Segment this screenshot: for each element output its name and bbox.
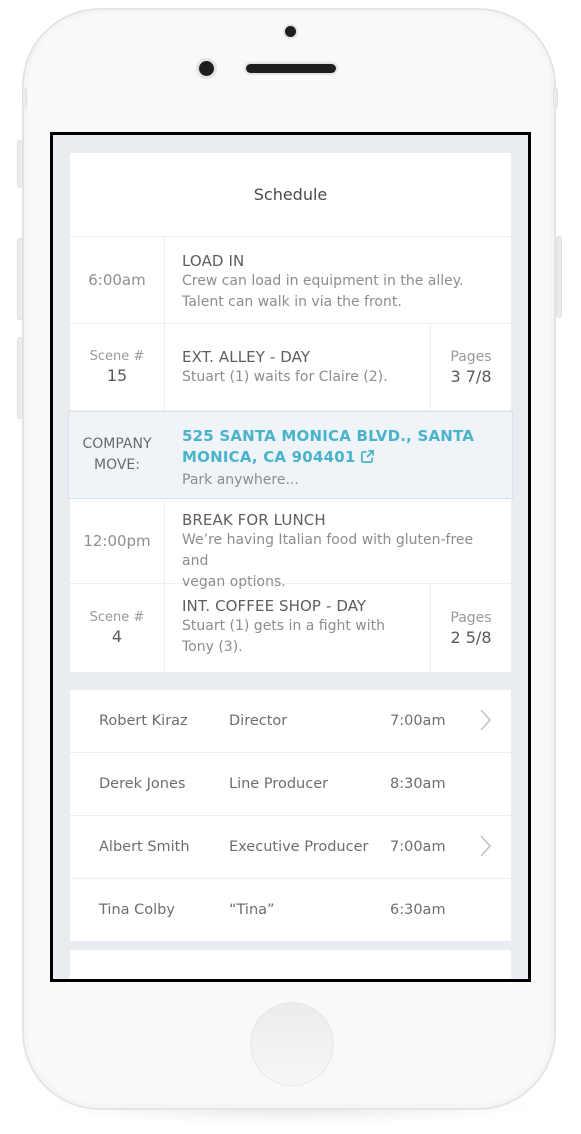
crew-call-time: 7:00am xyxy=(390,839,446,855)
schedule-header: Schedule xyxy=(70,153,511,237)
pages-value: 2 5/8 xyxy=(450,627,492,647)
scene-desc: Stuart (1) waits for Claire (2). xyxy=(182,369,388,385)
pages-value: 3 7/8 xyxy=(450,366,492,386)
side-edge-top-left xyxy=(22,88,27,108)
volume-down-button xyxy=(17,337,23,419)
crew-name: Albert Smith xyxy=(99,839,190,855)
crew-name: Tina Colby xyxy=(99,902,175,918)
company-move-label-line2: MOVE: xyxy=(94,457,140,473)
external-link-icon[interactable] xyxy=(360,449,375,470)
event-desc-line2: Talent can walk in via the front. xyxy=(182,294,402,310)
event-desc-line1: We’re having Italian food with gluten-fr… xyxy=(182,532,474,569)
time-value: 12:00pm xyxy=(83,532,151,550)
schedule-row-scene[interactable]: Scene # 4 INT. COFFEE SHOP - DAY Stuart … xyxy=(70,584,511,672)
front-camera xyxy=(199,61,214,76)
details-cell: LOAD IN Crew can load in equipment in th… xyxy=(165,237,511,323)
crew-call-time: 7:00am xyxy=(390,713,446,729)
crew-role: Director xyxy=(229,713,288,729)
details-cell: BREAK FOR LUNCH We’re having Italian foo… xyxy=(165,499,511,590)
schedule-row-scene[interactable]: Scene # 15 EXT. ALLEY - DAY Stuart (1) w… xyxy=(70,324,511,411)
home-button[interactable] xyxy=(250,1002,334,1086)
schedule-row-company-move[interactable]: COMPANY MOVE: 525 SANTA MONICA BLVD., SA… xyxy=(68,411,513,499)
scene-number: 4 xyxy=(111,627,123,646)
phone-screen: Schedule 6:00am LOAD IN Crew can load in… xyxy=(50,132,531,982)
scene-desc-line1: Stuart (1) gets in a fight with xyxy=(182,618,385,634)
address-link[interactable]: MONICA, CA 904401 xyxy=(182,447,496,470)
event-title: BREAK FOR LUNCH xyxy=(182,511,326,529)
event-title: LOAD IN xyxy=(182,252,245,270)
pages-label: Pages xyxy=(450,348,492,365)
pages-cell: Pages 2 5/8 xyxy=(430,584,511,672)
proximity-sensor xyxy=(285,26,296,37)
scene-cell: Scene # 15 xyxy=(70,324,165,410)
address-link-line1[interactable]: 525 SANTA MONICA BLVD., SANTA xyxy=(182,426,496,447)
company-move-label-line1: COMPANY xyxy=(82,436,152,452)
power-button xyxy=(556,236,562,318)
scene-desc-line2: Tony (3). xyxy=(182,639,243,655)
crew-row[interactable]: Robert Kiraz Director 7:00am xyxy=(70,690,511,753)
scene-label: Scene # xyxy=(89,610,145,625)
crew-list: Robert Kiraz Director 7:00am Derek Jones… xyxy=(70,690,511,941)
pages-cell: Pages 3 7/8 xyxy=(430,324,511,410)
crew-call-time: 8:30am xyxy=(390,776,446,792)
time-cell: 12:00pm xyxy=(70,499,165,583)
crew-role: Executive Producer xyxy=(229,839,369,855)
scene-title: INT. COFFEE SHOP - DAY xyxy=(182,597,367,615)
volume-up-button xyxy=(17,238,23,320)
page-title: Schedule xyxy=(253,185,328,204)
crew-role: Line Producer xyxy=(229,776,329,792)
details-cell: 525 SANTA MONICA BLVD., SANTA MONICA, CA… xyxy=(165,412,512,498)
pages-label: Pages xyxy=(450,609,492,626)
time-value: 6:00am xyxy=(88,271,146,289)
details-cell: INT. COFFEE SHOP - DAY Stuart (1) gets i… xyxy=(165,584,430,672)
chevron-right-icon[interactable] xyxy=(479,835,491,861)
crew-role: “Tina” xyxy=(229,902,275,918)
crew-row[interactable]: Tina Colby “Tina” 6:30am xyxy=(70,879,511,941)
details-cell: EXT. ALLEY - DAY Stuart (1) waits for Cl… xyxy=(165,324,430,410)
mute-switch xyxy=(17,140,23,188)
chevron-right-icon[interactable] xyxy=(479,709,491,735)
company-move-label: COMPANY MOVE: xyxy=(69,412,165,498)
crew-row[interactable]: Albert Smith Executive Producer 7:00am xyxy=(70,816,511,879)
scene-label: Scene # xyxy=(89,349,145,364)
schedule-row-lunch[interactable]: 12:00pm BREAK FOR LUNCH We’re having Ita… xyxy=(70,499,511,590)
company-move-note: Park anywhere... xyxy=(182,472,299,488)
side-edge-top-right xyxy=(553,88,558,108)
schedule-card: Schedule 6:00am LOAD IN Crew can load in… xyxy=(68,153,513,672)
scene-title: EXT. ALLEY - DAY xyxy=(182,348,311,366)
earpiece-speaker xyxy=(246,64,336,73)
crew-name: Robert Kiraz xyxy=(99,713,188,729)
crew-name: Derek Jones xyxy=(99,776,186,792)
schedule-row-load-in[interactable]: 6:00am LOAD IN Crew can load in equipmen… xyxy=(70,237,511,324)
time-cell: 6:00am xyxy=(70,237,165,323)
address-link-line2[interactable]: MONICA, CA 904401 xyxy=(182,448,356,466)
next-card xyxy=(70,950,511,979)
crew-row[interactable]: Derek Jones Line Producer 8:30am xyxy=(70,753,511,816)
event-desc-line1: Crew can load in equipment in the alley. xyxy=(182,273,464,289)
scene-cell: Scene # 4 xyxy=(70,584,165,672)
scene-number: 15 xyxy=(106,366,128,385)
crew-call-time: 6:30am xyxy=(390,902,446,918)
